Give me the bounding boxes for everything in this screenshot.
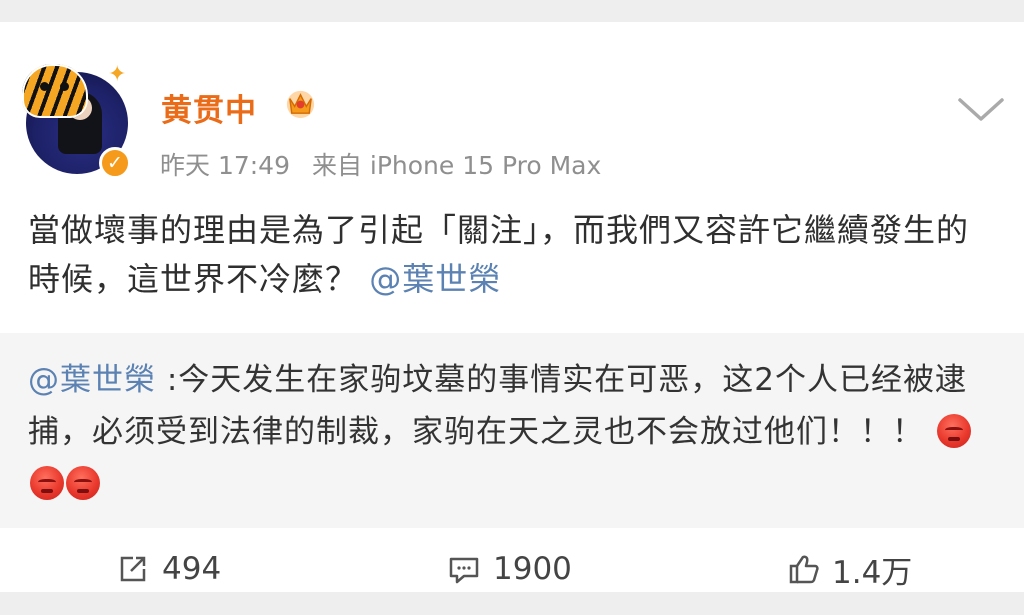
post-body: 當做壞事的理由是為了引起「關注」，而我們又容許它繼續發生的時候，這世界不冷麼？ … (28, 206, 998, 304)
post-actions: 494 1900 1.4万 (0, 528, 1024, 614)
weibo-post-card: ✦ ✓ 黄贯中 昨天 17:49 来自 iPhone 15 Pro Max 當做… (0, 22, 1024, 592)
quoted-author-link[interactable]: @葉世榮 (28, 362, 156, 398)
comment-icon (449, 557, 479, 584)
chevron-down-icon[interactable] (952, 92, 1010, 128)
verified-badge-icon: ✓ (99, 147, 131, 179)
like-button[interactable]: 1.4万 (786, 548, 913, 591)
quoted-post-text: :今天发生在家驹坟墓的事情实在可恶，这2个人已经被逮捕，必须受到法律的制裁，家驹… (28, 362, 968, 450)
post-source: 来自 iPhone 15 Pro Max (311, 151, 602, 180)
repost-button[interactable]: 494 (116, 548, 221, 590)
quoted-post[interactable]: @葉世榮 :今天发生在家驹坟墓的事情实在可恶，这2个人已经被逮捕，必须受到法律的… (0, 333, 1024, 528)
angry-emoji-icon (66, 466, 100, 500)
thumbs-up-icon (789, 555, 819, 584)
post-meta: 昨天 17:49 来自 iPhone 15 Pro Max (160, 146, 615, 182)
crown-icon (286, 90, 315, 119)
quoted-post-body: @葉世榮 :今天发生在家驹坟墓的事情实在可恶，这2个人已经被逮捕，必须受到法律的… (28, 354, 993, 510)
like-count: 1.4万 (832, 554, 913, 591)
angry-emoji-icon (936, 414, 971, 448)
repost-count: 494 (162, 551, 222, 587)
comment-button[interactable]: 1900 (447, 548, 572, 590)
post-mention-link[interactable]: @葉世榮 (369, 260, 501, 298)
angry-emoji-icon (30, 466, 64, 500)
repost-icon (120, 556, 146, 582)
tiger-icon (22, 64, 88, 118)
post-time: 昨天 17:49 (160, 151, 290, 180)
sparkle-icon: ✦ (108, 62, 127, 87)
comment-count: 1900 (493, 551, 572, 587)
author-name[interactable]: 黄贯中 (161, 85, 257, 130)
